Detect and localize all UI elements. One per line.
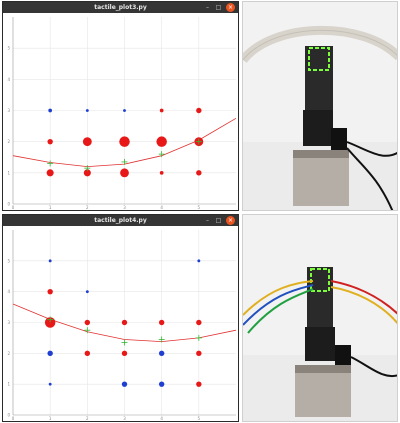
data-point <box>48 382 52 386</box>
data-point <box>121 350 128 357</box>
robot-photo-1 <box>242 1 398 211</box>
x-tick-label: 4 <box>160 416 163 421</box>
data-point <box>84 350 91 357</box>
close-icon[interactable]: × <box>226 3 235 12</box>
y-tick-label: 2 <box>7 351 10 356</box>
plus-marker <box>47 160 54 167</box>
x-tick-label: 1 <box>49 205 52 210</box>
data-point <box>46 169 54 177</box>
data-point <box>85 109 89 112</box>
data-point <box>121 319 128 326</box>
data-point <box>196 350 202 357</box>
data-point <box>159 170 164 175</box>
x-tick-label: 3 <box>123 205 126 210</box>
data-point <box>119 136 130 147</box>
data-point <box>196 107 202 114</box>
maximize-icon[interactable]: □ <box>214 3 223 12</box>
titlebar: tactile_plot3.py – □ × <box>3 2 238 13</box>
data-point <box>120 168 129 178</box>
x-tick-label: 4 <box>160 205 163 210</box>
data-point <box>197 259 201 263</box>
data-point <box>196 381 202 387</box>
robot-image-1 <box>243 2 397 210</box>
data-point <box>158 319 165 326</box>
data-point <box>48 108 53 113</box>
x-tick-label: 0 <box>12 416 15 421</box>
data-point <box>84 319 91 326</box>
maximize-icon[interactable]: □ <box>214 216 223 225</box>
data-point <box>121 381 128 387</box>
robot-image-2 <box>243 215 397 421</box>
data-point <box>159 108 164 113</box>
y-tick-label: 1 <box>7 170 10 175</box>
minimize-icon[interactable]: – <box>203 3 212 12</box>
y-tick-label: 5 <box>7 258 10 263</box>
data-point <box>196 170 202 176</box>
y-tick-label: 5 <box>7 46 10 51</box>
x-tick-label: 3 <box>123 416 126 421</box>
y-tick-label: 0 <box>7 413 10 418</box>
close-icon[interactable]: × <box>226 216 235 225</box>
data-point <box>158 381 165 387</box>
plus-marker <box>195 334 202 341</box>
y-tick-label: 0 <box>7 202 10 207</box>
x-tick-label: 5 <box>198 205 201 210</box>
data-point <box>48 259 52 263</box>
titlebar: tactile_plot4.py – □ × <box>3 215 238 226</box>
x-tick-label: 0 <box>12 205 15 210</box>
plus-marker <box>121 339 128 346</box>
y-tick-label: 1 <box>7 382 10 387</box>
data-point <box>196 319 202 326</box>
data-point <box>47 350 53 357</box>
y-tick-label: 3 <box>7 108 10 113</box>
data-point <box>47 138 53 145</box>
data-point <box>47 288 53 295</box>
y-tick-label: 3 <box>7 320 10 325</box>
minimize-icon[interactable]: – <box>203 216 212 225</box>
x-tick-label: 2 <box>86 416 89 421</box>
x-tick-label: 1 <box>49 416 52 421</box>
plot-window-2: tactile_plot4.py – □ × 0 1 2 3 4 5 0 1 2 3 4 5 <box>2 214 239 422</box>
x-tick-label: 2 <box>86 205 89 210</box>
data-point <box>156 136 167 147</box>
scatter-plot: 0 1 2 3 4 5 0 1 2 3 4 5 <box>7 230 237 421</box>
data-point <box>82 137 92 147</box>
scatter-plot: 0 1 2 3 4 5 0 1 2 3 4 5 <box>7 17 237 210</box>
y-tick-label: 2 <box>7 139 10 144</box>
data-point <box>158 350 165 357</box>
x-tick-label: 5 <box>198 416 201 421</box>
y-tick-label: 4 <box>7 77 10 82</box>
robot-photo-2 <box>242 214 398 422</box>
data-point <box>123 109 126 112</box>
plot-window-1: tactile_plot3.py – □ × 0 1 2 3 4 5 0 1 2 3 4 5 <box>2 1 239 211</box>
y-tick-label: 4 <box>7 289 10 294</box>
data-point <box>85 290 89 294</box>
